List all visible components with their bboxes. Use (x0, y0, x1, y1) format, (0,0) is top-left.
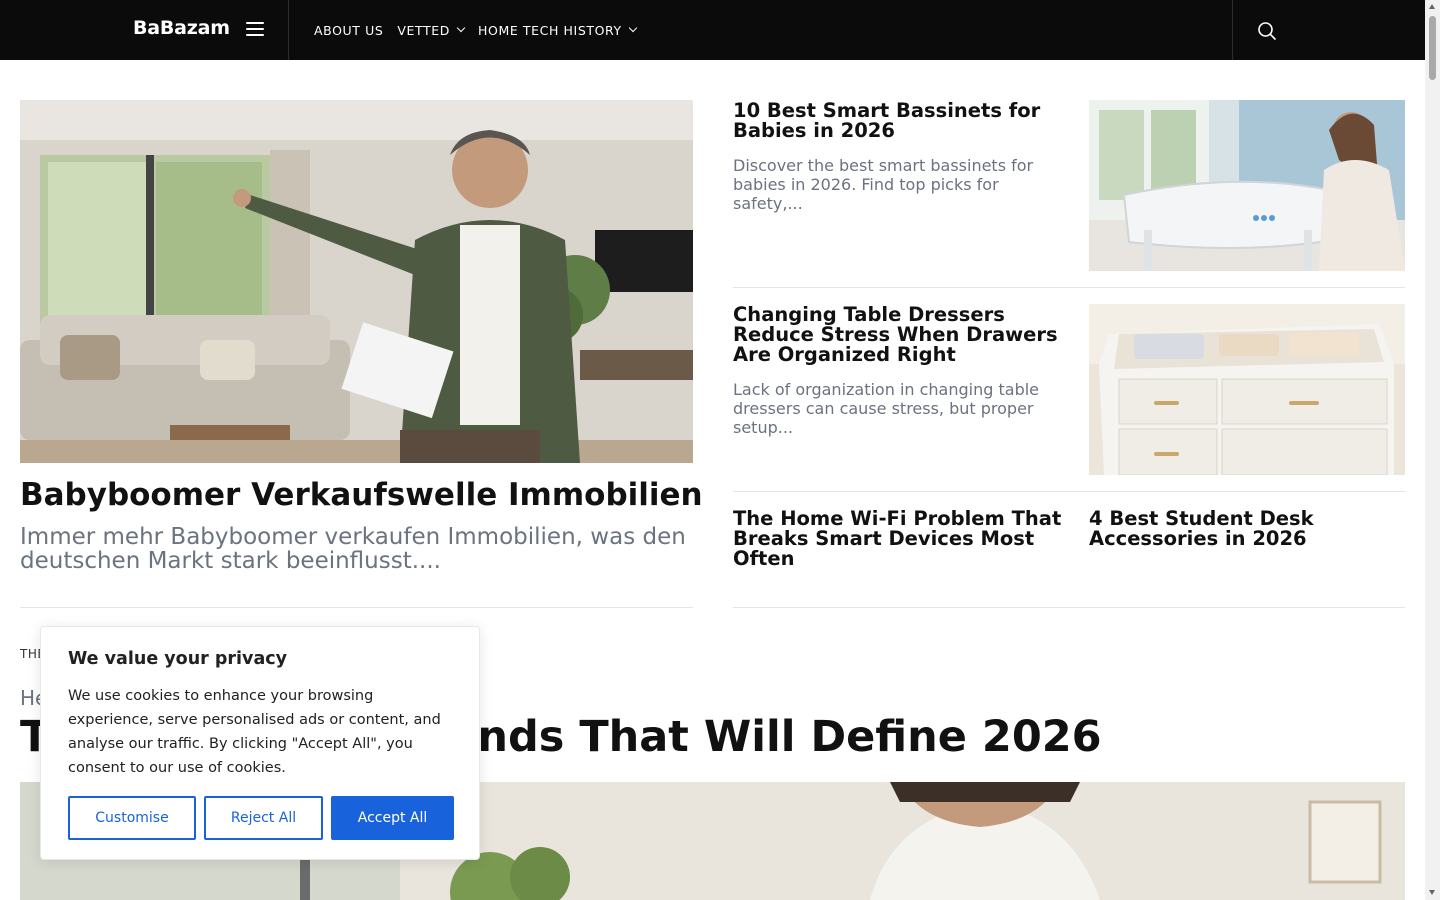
scroll-down-icon[interactable] (1429, 890, 1435, 895)
nav-home-tech-history-label: HOME TECH HISTORY (478, 22, 622, 38)
divider (733, 287, 1405, 288)
article-image-bassinet[interactable] (1089, 100, 1405, 271)
header-divider (1232, 0, 1233, 60)
article-image-changing-table[interactable] (1089, 304, 1405, 475)
nav-vetted-label: VETTED (397, 22, 451, 38)
hero-excerpt: Immer mehr Babyboomer verkaufen Immobili… (20, 524, 686, 574)
site-logo[interactable]: BaBazam (133, 17, 230, 39)
divider (733, 491, 1405, 492)
chevron-down-icon (628, 23, 638, 33)
divider (20, 607, 693, 608)
article-excerpt: Discover the best smart bassinets for ba… (733, 156, 1034, 213)
article-excerpt: Lack of organization in changing table d… (733, 380, 1040, 437)
nav-about-us[interactable]: ABOUT US (314, 23, 383, 38)
article-title[interactable]: Changing Table Dressers Reduce Stress Wh… (733, 305, 1063, 365)
nav-home-tech-history[interactable]: HOME TECH HISTORY (478, 22, 638, 38)
article-title[interactable]: 4 Best Student Desk Accessories in 2026 (1089, 509, 1405, 549)
nav-about-us-label: ABOUT US (314, 22, 384, 38)
site-header: BaBazam ABOUT US VETTED HOME TECH HISTOR… (0, 0, 1425, 60)
article-title[interactable]: 10 Best Smart Bassinets for Babies in 20… (733, 101, 1063, 141)
main-nav: ABOUT US VETTED HOME TECH HISTORY (314, 0, 638, 60)
search-icon[interactable] (1257, 21, 1277, 41)
chevron-down-icon (456, 23, 466, 33)
nav-vetted[interactable]: VETTED (397, 22, 466, 38)
header-divider (288, 0, 289, 60)
article-title[interactable]: The Home Wi-Fi Problem That Breaks Smart… (733, 509, 1063, 569)
accept-all-button[interactable]: Accept All (331, 796, 454, 840)
scrollbar-thumb[interactable] (1429, 16, 1436, 80)
page-scrollbar[interactable] (1425, 0, 1440, 900)
hero-image[interactable] (20, 100, 693, 463)
cookie-title: We value your privacy (68, 649, 288, 669)
divider (733, 607, 1405, 608)
scroll-up-icon[interactable] (1429, 4, 1435, 9)
cookie-text: We use cookies to enhance your browsing … (68, 688, 441, 776)
cookie-consent-dialog: We value your privacy We use cookies to … (40, 626, 480, 860)
reject-all-button[interactable]: Reject All (204, 796, 323, 840)
customise-button[interactable]: Customise (68, 796, 196, 840)
menu-icon[interactable] (246, 22, 264, 38)
hero-title[interactable]: Babyboomer Verkaufswelle Immobilien (20, 476, 710, 514)
